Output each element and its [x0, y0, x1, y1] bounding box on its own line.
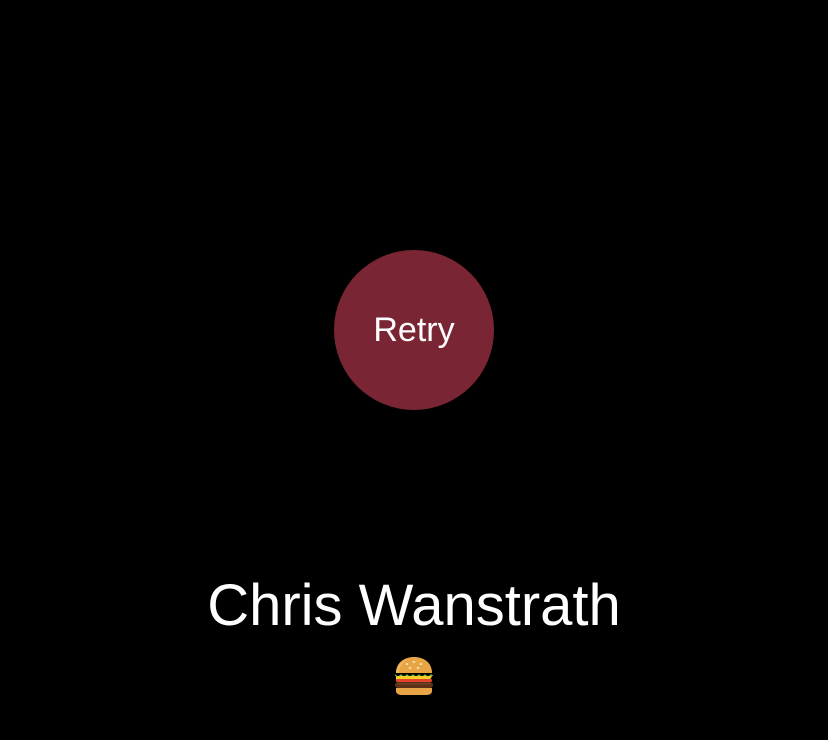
hamburger-icon: [395, 657, 433, 695]
status-emoji: [0, 650, 828, 702]
retry-button[interactable]: Retry: [334, 250, 494, 410]
screen: Retry Chris Wanstrath: [0, 0, 828, 740]
profile-name: Chris Wanstrath: [207, 573, 621, 638]
